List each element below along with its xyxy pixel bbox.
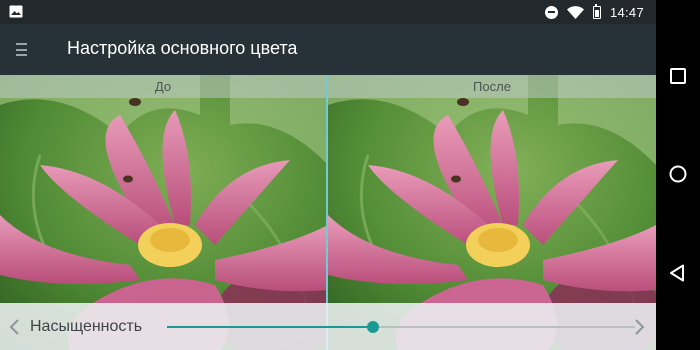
gallery-notification-icon xyxy=(9,5,23,18)
before-label: До xyxy=(0,75,326,98)
status-bar: 14:47 xyxy=(0,0,656,24)
wifi-icon xyxy=(566,5,584,19)
app-bar: Настройка основного цвета xyxy=(0,24,656,75)
home-button[interactable] xyxy=(668,164,688,184)
after-label: После xyxy=(328,75,656,98)
chevron-left-icon[interactable] xyxy=(8,319,22,335)
saturation-label: Насыщенность xyxy=(30,318,143,335)
slider-fill xyxy=(167,326,373,328)
page-title: Настройка основного цвета xyxy=(67,38,298,58)
adjustment-control-bar: Насыщенность xyxy=(0,303,656,350)
saturation-slider[interactable] xyxy=(167,317,635,337)
slider-thumb[interactable] xyxy=(366,321,379,333)
navigation-bar xyxy=(656,0,700,350)
chevron-right-icon[interactable] xyxy=(632,319,646,335)
do-not-disturb-icon xyxy=(544,5,558,19)
clock: 14:47 xyxy=(609,4,644,20)
recents-button[interactable] xyxy=(668,66,688,86)
back-button[interactable] xyxy=(668,263,688,283)
menu-icon[interactable] xyxy=(16,43,27,56)
battery-icon xyxy=(592,3,601,19)
